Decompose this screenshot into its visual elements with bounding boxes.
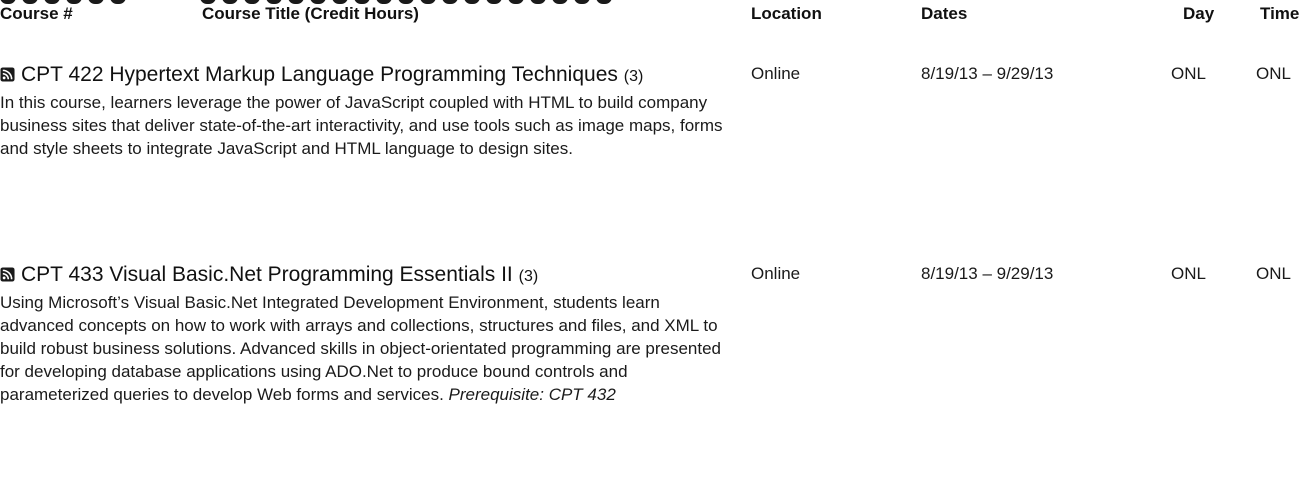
course-title[interactable]: CPT 422 Hypertext Markup Language Progra… (0, 62, 730, 90)
course-day: ONL (1171, 264, 1206, 283)
course-day: ONL (1171, 64, 1206, 83)
rss-feed-icon[interactable] (0, 67, 15, 82)
header-location: Location (751, 4, 822, 23)
course-description: Using Microsoft’s Visual Basic.Net Integ… (0, 291, 730, 406)
table-header: Course # Course Title (Credit Hours) Loc… (0, 0, 1306, 24)
course-info: CPT 433 Visual Basic.Net Programming Ess… (0, 262, 730, 406)
header-dates: Dates (921, 4, 968, 23)
rss-feed-icon[interactable] (0, 267, 15, 282)
course-description-text: In this course, learners leverage the po… (0, 93, 723, 158)
course-title[interactable]: CPT 433 Visual Basic.Net Programming Ess… (0, 262, 730, 290)
course-info: CPT 422 Hypertext Markup Language Progra… (0, 62, 730, 160)
header-course-number: Course # (0, 4, 73, 23)
course-location: Online (751, 64, 801, 83)
header-time: Time (1260, 4, 1300, 23)
course-location: Online (751, 264, 801, 283)
course-code-title: CPT 433 Visual Basic.Net Programming Ess… (21, 263, 513, 286)
header-course-title: Course Title (Credit Hours) (202, 4, 419, 23)
credit-hours: (3) (518, 268, 539, 285)
course-time: ONL (1256, 64, 1291, 83)
course-dates: 8/19/13 – 9/29/13 (921, 64, 1054, 83)
credit-hours: (3) (623, 68, 644, 85)
course-description: In this course, learners leverage the po… (0, 91, 730, 160)
course-prerequisite: Prerequisite: CPT 432 (448, 385, 616, 404)
course-code-title: CPT 422 Hypertext Markup Language Progra… (21, 63, 618, 86)
header-day: Day (1183, 4, 1215, 23)
course-time: ONL (1256, 264, 1291, 283)
course-dates: 8/19/13 – 9/29/13 (921, 264, 1054, 283)
